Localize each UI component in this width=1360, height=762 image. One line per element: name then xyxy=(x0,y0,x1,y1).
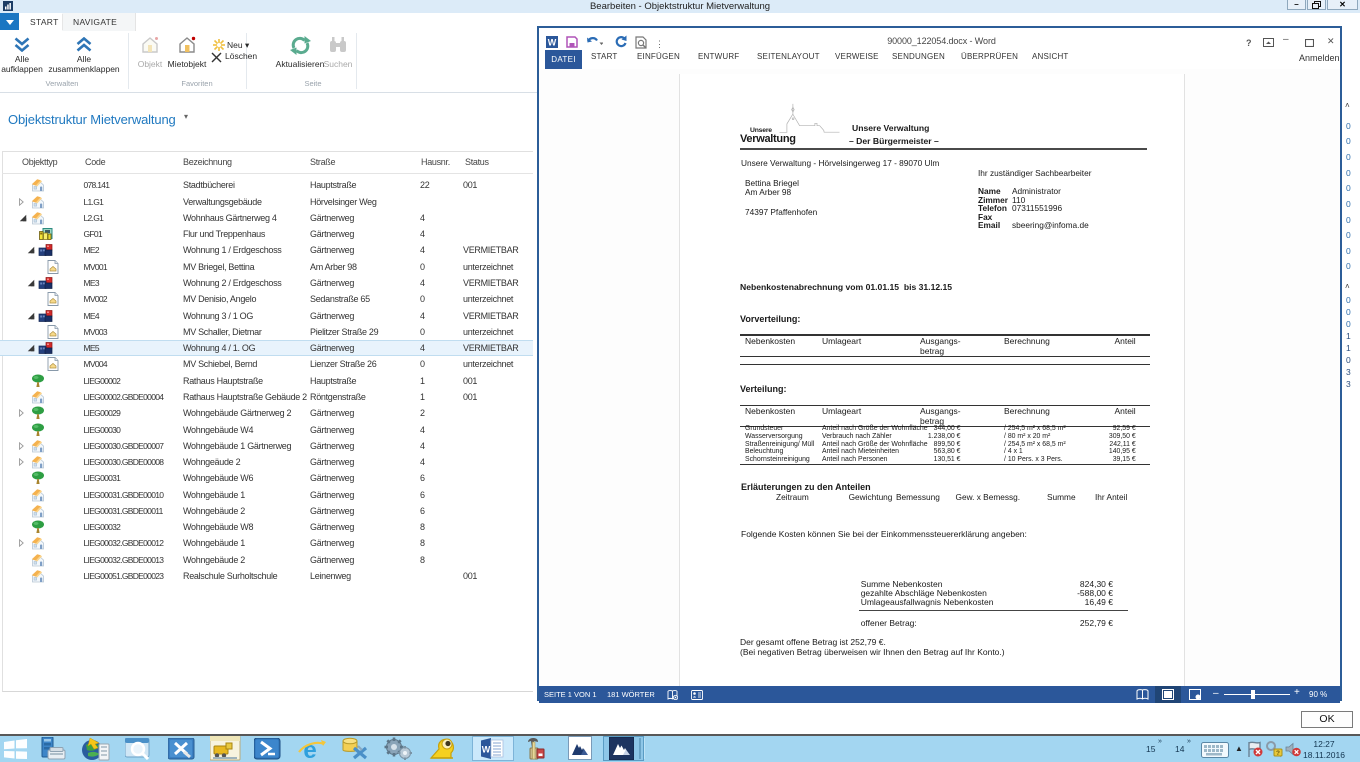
svg-text:W: W xyxy=(548,38,557,48)
svg-text:?: ? xyxy=(1276,750,1280,757)
svg-text:W: W xyxy=(482,745,491,755)
svg-text:e: e xyxy=(303,737,316,761)
